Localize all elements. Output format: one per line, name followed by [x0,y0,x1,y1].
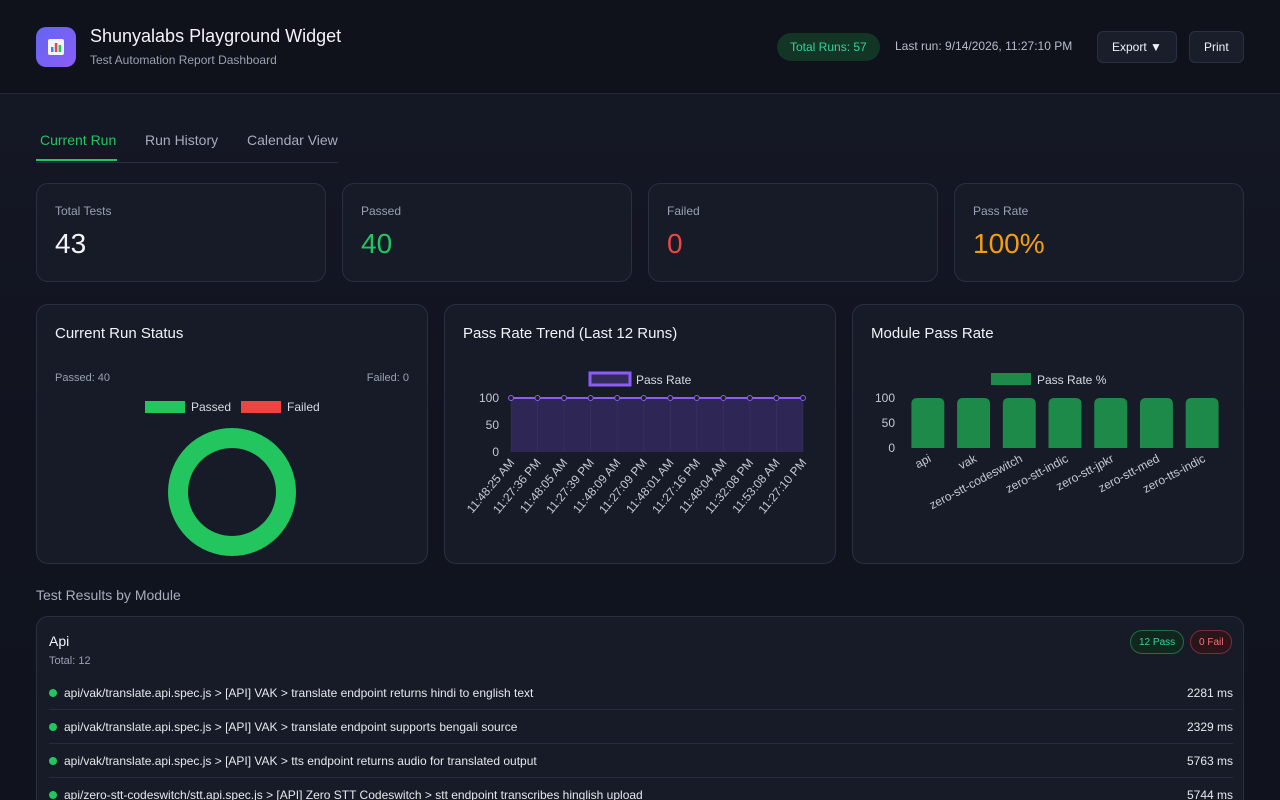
tab-calendar-view[interactable]: Calendar View [247,132,338,148]
trend-area [511,398,803,452]
trend-point [693,395,700,401]
y-tick-label: 100 [875,391,895,405]
stat-value: 0 [667,228,683,259]
test-row[interactable]: api/vak/translate.api.spec.js > [API] VA… [49,744,1233,778]
passed-count-label: Passed: 40 [55,372,110,384]
module-card-api[interactable]: Api Total: 12 12 Pass 0 Fail api/vak/tra… [36,616,1244,800]
bar-zero-stt-indic [1048,398,1082,448]
legend-label: Failed [287,400,320,414]
trend-point [720,395,727,401]
stat-label: Failed [667,204,700,218]
bar-zero-stt-jpkr [1094,398,1128,448]
donut-slice-passed [168,428,296,556]
legend-label: Pass Rate [636,373,692,387]
y-tick-label: 0 [888,441,895,455]
y-tick-label: 50 [882,416,896,430]
test-duration: 5744 ms [1186,787,1233,800]
test-duration: 2281 ms [1186,685,1233,700]
stat-label: Passed [361,204,402,218]
top-bar: Shunyalabs Playground Widget Test Automa… [0,0,1280,94]
stat-card-failed: Failed 0 [648,183,938,282]
test-row[interactable]: api/vak/translate.api.spec.js > [API] VA… [49,676,1233,710]
test-name: api/zero-stt-codeswitch/stt.api.spec.js … [64,787,643,800]
section-title: Test Results by Module [36,587,181,603]
x-tick-label: api [913,451,934,471]
trend-point [561,395,568,401]
stat-label: Pass Rate [973,204,1029,218]
bar-zero-tts-indic [1185,398,1219,448]
bar-zero-stt-codeswitch [1002,398,1036,448]
test-duration: 2329 ms [1186,719,1233,734]
fail-count-badge: 0 Fail [1190,630,1233,654]
bar-chart-icon [36,27,76,67]
tab-bar: Current Run Run History Calendar View [36,118,338,163]
module-total: Total: 12 [49,655,91,667]
chart-title: Current Run Status [55,325,184,342]
trend-point [640,395,647,401]
chart-title: Pass Rate Trend (Last 12 Runs) [463,325,678,342]
legend-swatch [241,401,281,413]
print-button[interactable]: Print [1189,31,1244,63]
bar-zero-stt-med [1139,398,1173,448]
chart-title: Module Pass Rate [871,325,994,342]
test-row[interactable]: api/zero-stt-codeswitch/stt.api.spec.js … [49,778,1233,800]
trend-point [667,395,674,401]
status-dot-icon [49,756,57,765]
failed-count-label: Failed: 0 [367,372,409,384]
trend-point [746,395,753,401]
app-subtitle: Test Automation Report Dashboard [90,53,277,67]
current-run-status-card: Current Run Status Passed: 40 Failed: 0 Pa… [36,304,428,564]
status-dot-icon [49,722,57,731]
status-dot-icon [49,688,57,697]
bar-vak [957,398,991,448]
legend-swatch [991,373,1031,385]
pass-count-badge: 12 Pass [1130,630,1185,654]
status-donut-chart: Passed: 40 Failed: 0 Passed Failed [55,372,409,556]
y-tick-label: 0 [492,445,499,459]
test-name: api/vak/translate.api.spec.js > [API] VA… [64,685,534,700]
pass-rate-trend-chart: Pass Rate10050011:48:25 AM11:27:36 PM11:… [464,371,809,516]
test-name: api/vak/translate.api.spec.js > [API] VA… [64,719,518,734]
tab-run-history[interactable]: Run History [145,132,218,148]
x-tick-label: vak [956,451,980,473]
module-pass-rate-chart: Pass Rate %100500api vakzero-stt-codeswit… [875,373,1219,512]
stat-label: Total Tests [55,204,112,218]
test-row[interactable]: api/vak/translate.api.spec.js > [API] VA… [49,710,1233,744]
module-name: Api [49,633,70,649]
total-runs-badge: Total Runs: 57 [777,33,880,61]
trend-point [773,395,780,401]
test-name: api/vak/translate.api.spec.js > [API] VA… [64,753,537,768]
tab-current-run[interactable]: Current Run [40,132,116,148]
legend-label: Pass Rate % [1037,373,1107,387]
stat-value: 100% [973,228,1045,259]
pass-rate-trend-card: Pass Rate Trend (Last 12 Runs) Pass Rate… [444,304,836,564]
stat-value: 40 [361,228,393,259]
trend-point [508,395,514,401]
last-run-text: Last run: 9/14/2026, 11:27:10 PM [895,39,1073,53]
status-dot-icon [49,790,57,799]
active-tab-indicator [36,159,117,161]
export-button[interactable]: Export ▼ [1097,31,1177,63]
trend-point [614,395,621,401]
stat-card-pass-rate: Pass Rate 100% [954,183,1244,282]
module-pass-rate-card: Module Pass Rate Pass Rate % 100 50 0 api vak… [852,304,1244,564]
stat-value: 43 [55,228,87,259]
stat-card-passed: Passed 40 [342,183,632,282]
test-duration: 5763 ms [1186,753,1233,768]
legend-swatch [588,371,632,387]
legend-label: Passed [191,400,231,414]
y-tick-label: 50 [486,418,500,432]
trend-point [800,395,806,401]
stat-card-total-tests: Total Tests 43 [36,183,326,282]
legend-swatch [145,401,185,413]
y-tick-label: 100 [479,391,499,405]
trend-point [587,395,594,401]
app-title: Shunyalabs Playground Widget [90,26,342,46]
trend-point [534,395,541,401]
bar-api [911,398,945,448]
